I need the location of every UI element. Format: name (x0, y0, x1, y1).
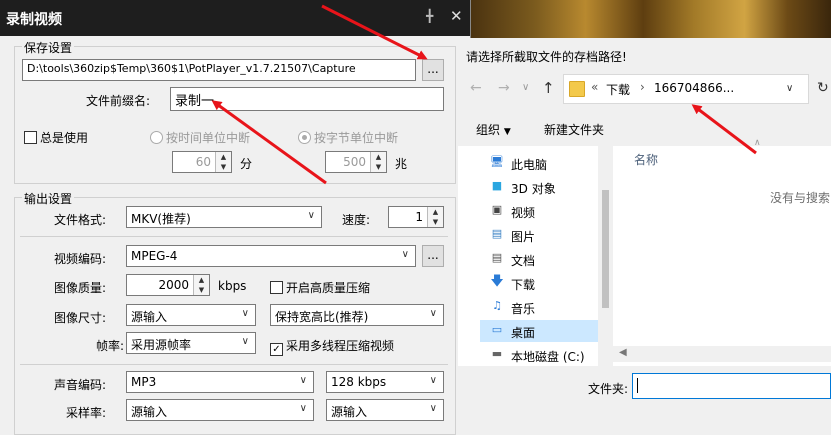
annotation-arrow-address (691, 104, 757, 155)
annotation-arrow-browse (321, 4, 428, 60)
annotation-overlay (211, 4, 757, 185)
annotation-arrow-prefix (211, 100, 327, 185)
